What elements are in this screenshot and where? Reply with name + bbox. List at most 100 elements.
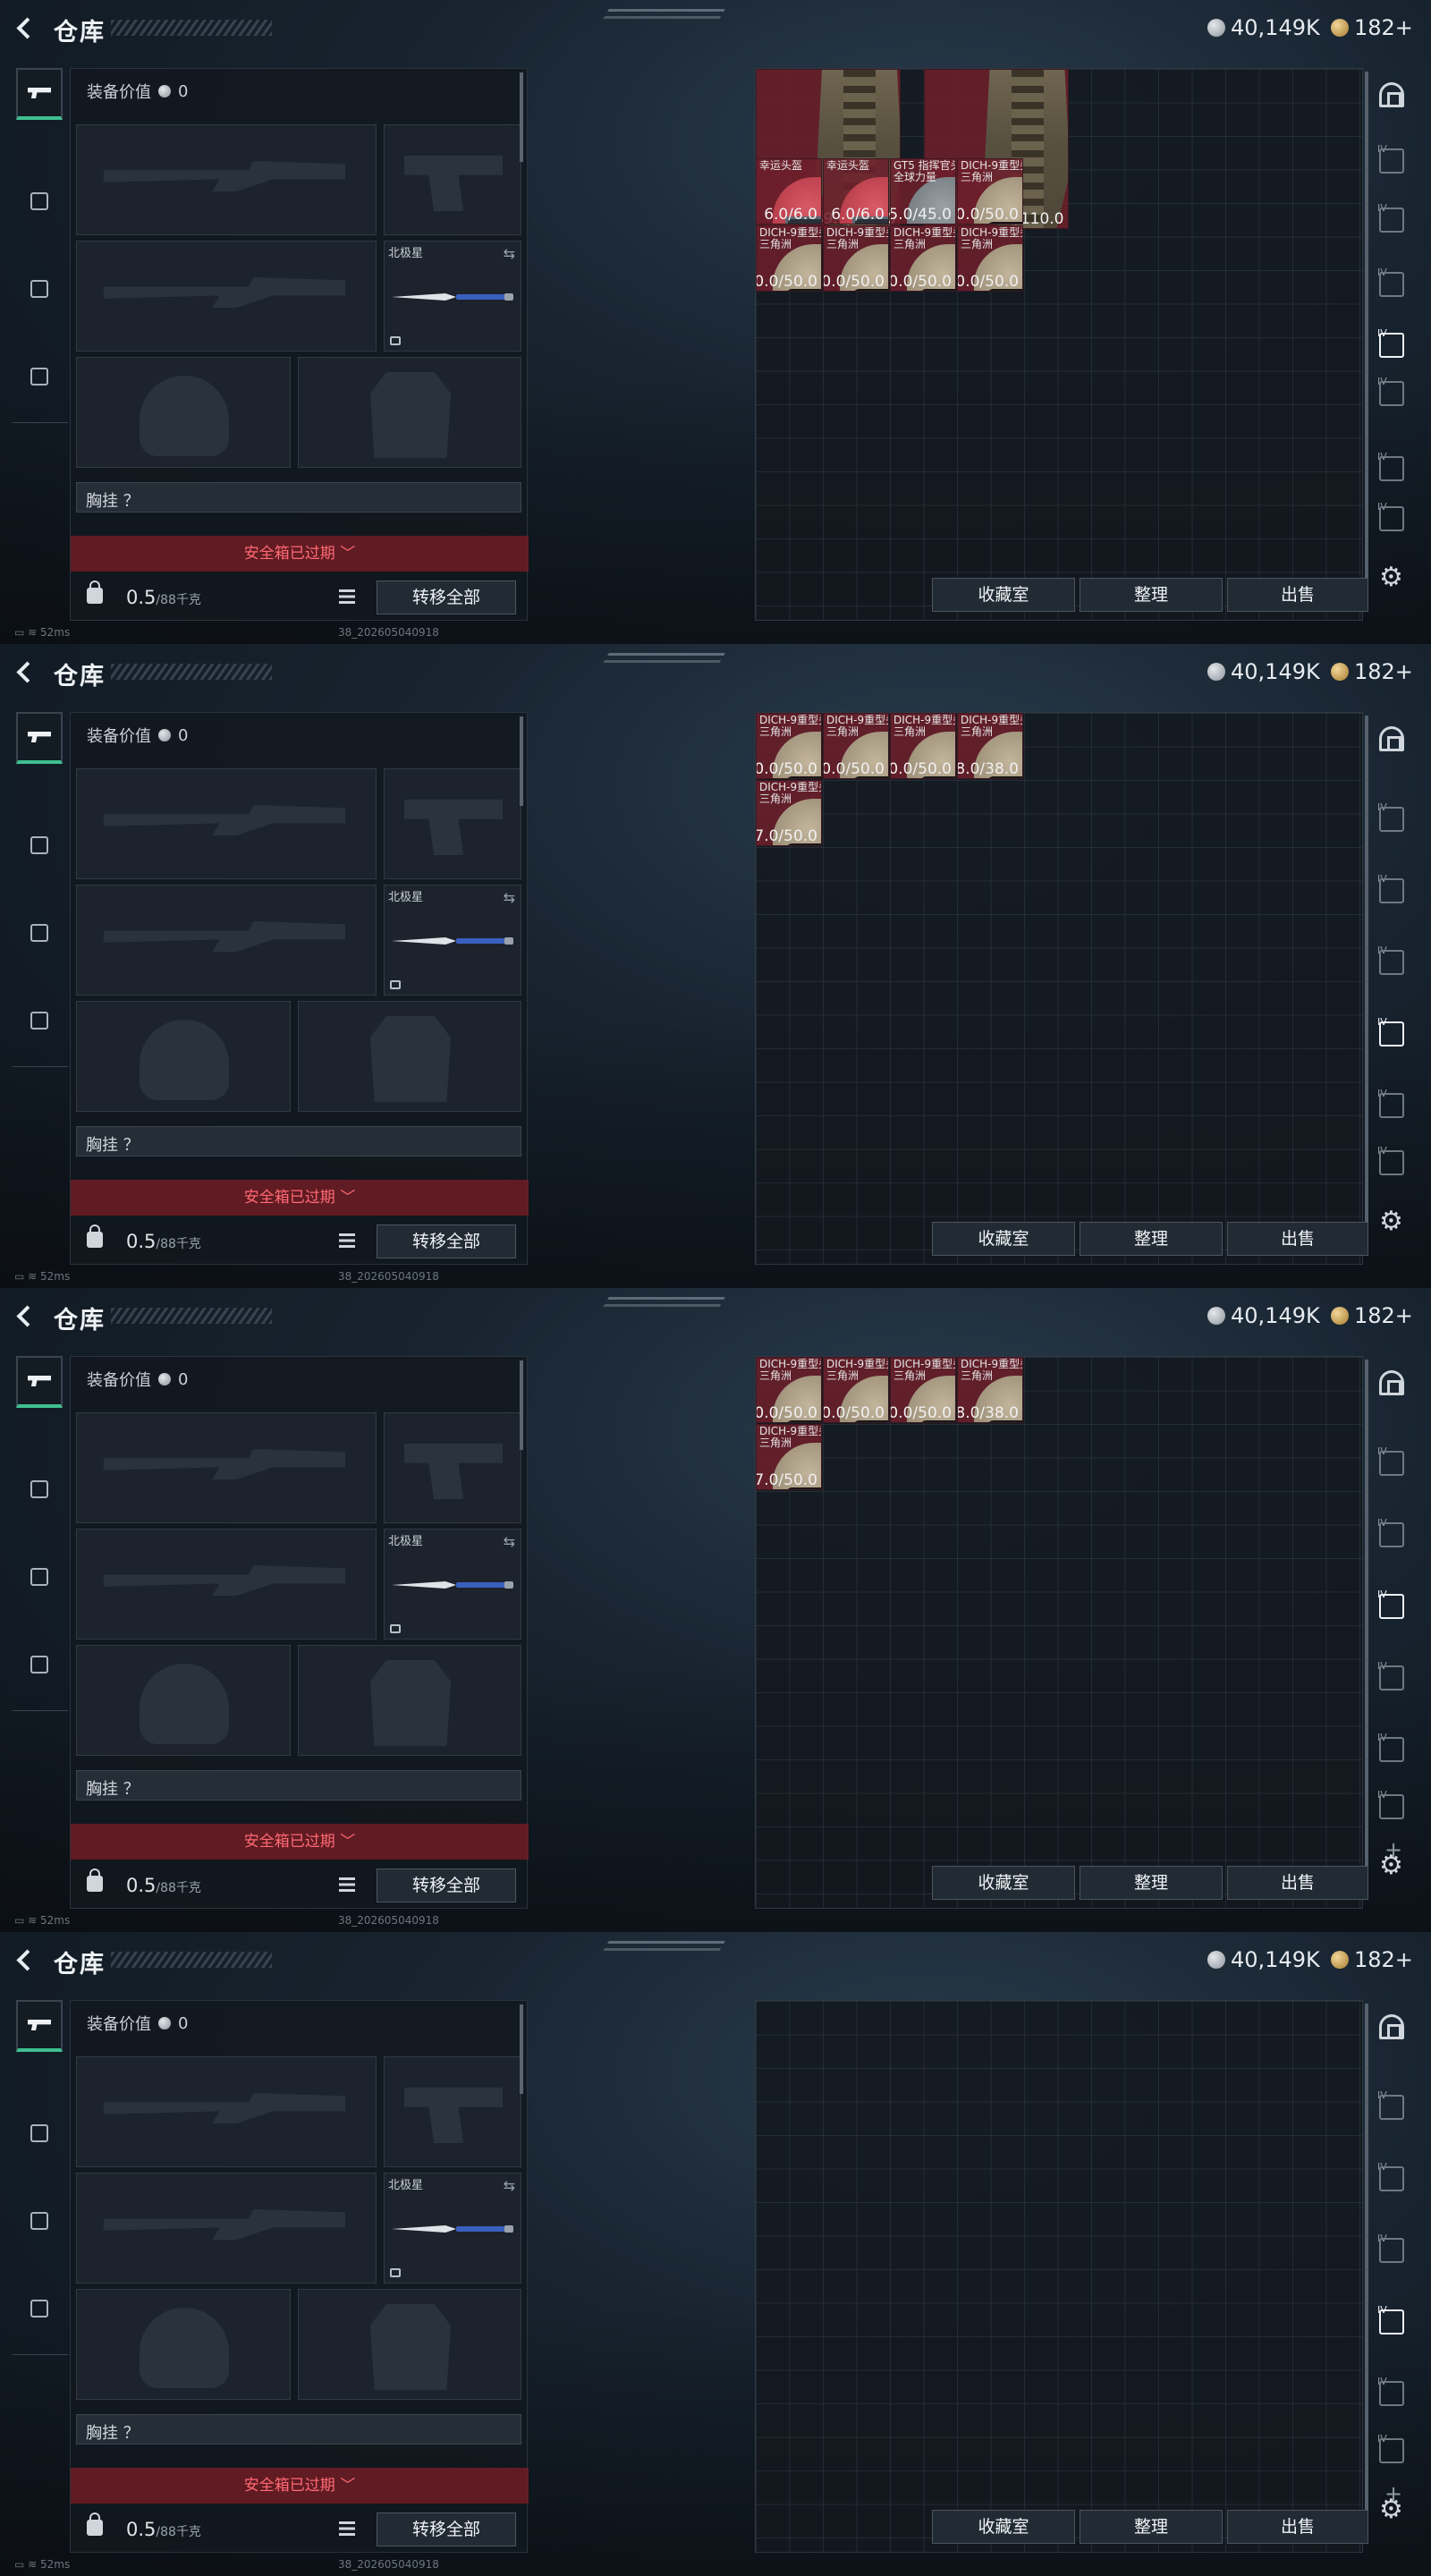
tab-weapons[interactable]	[16, 712, 63, 764]
helmet-item[interactable]: DICH-9重型头盔 三角洲 50.0/50.0	[890, 225, 956, 292]
storage-tab-1[interactable]: IV	[1372, 2089, 1411, 2125]
storage-home-tab[interactable]	[1372, 79, 1411, 114]
primary-weapon-slot[interactable]	[76, 2056, 377, 2167]
helmet-item[interactable]: GT5 指挥官头盔 全球力量 45.0/45.0	[890, 157, 956, 225]
tab-backpack[interactable]	[16, 1639, 63, 1690]
storage-grid[interactable]: DICH-9重型头盔 三角洲50.0/50.0DICH-9重型头盔 三角洲50.…	[755, 712, 1363, 1265]
tab-backpack[interactable]	[16, 995, 63, 1046]
pistol-slot[interactable]	[384, 1412, 521, 1523]
secondary-weapon-slot[interactable]	[76, 2173, 377, 2284]
safe-box-expired-banner[interactable]: 安全箱已过期 ﹀	[71, 1824, 529, 1860]
storage-tab-4[interactable]: IV	[1372, 2304, 1411, 2340]
loadout-scrollbar[interactable]	[520, 2004, 523, 2094]
transfer-all-button[interactable]: 转移全部	[377, 580, 516, 614]
add-tab-icon[interactable]: +	[1384, 2481, 1402, 2506]
tab-armor[interactable]	[16, 1551, 63, 1603]
tab-weapons[interactable]	[16, 2000, 63, 2052]
sell-button[interactable]: 出售	[1227, 2510, 1368, 2544]
storage-grid[interactable]: DICH-9重型头盔 三角洲50.0/50.0DICH-9重型头盔 三角洲50.…	[755, 1356, 1363, 1909]
back-arrow-icon[interactable]	[14, 16, 34, 39]
storage-tab-6[interactable]: IV	[1372, 1145, 1411, 1181]
armor-slot[interactable]	[298, 2289, 521, 2400]
secondary-weapon-slot[interactable]	[76, 1529, 377, 1640]
armor-slot[interactable]	[298, 1645, 521, 1756]
safe-box-expired-banner[interactable]: 安全箱已过期 ﹀	[71, 2468, 529, 2504]
list-icon[interactable]	[339, 2521, 355, 2536]
safe-box-expired-banner[interactable]: 安全箱已过期 ﹀	[71, 1180, 529, 1216]
helmet-slot[interactable]	[76, 1001, 291, 1112]
settings-gear-icon[interactable]: ⚙	[1379, 1206, 1403, 1237]
silver-currency[interactable]: 40,149K	[1207, 1303, 1320, 1328]
helmet-item[interactable]: DICH-9重型头盔 三角洲 50.0/50.0	[890, 713, 956, 779]
storage-tab-2[interactable]: IV	[1372, 1517, 1411, 1553]
storage-tab-2[interactable]: IV	[1372, 2161, 1411, 2197]
helmet-item[interactable]: DICH-9重型头盔 三角洲 37.0/50.0	[756, 1424, 822, 1490]
storage-home-tab[interactable]	[1372, 2011, 1411, 2046]
gold-currency[interactable]: 182+	[1331, 659, 1413, 684]
silver-currency[interactable]: 40,149K	[1207, 1947, 1320, 1972]
primary-weapon-slot[interactable]	[76, 768, 377, 879]
collection-room-button[interactable]: 收藏室	[932, 1222, 1075, 1256]
storage-tab-2[interactable]: IV	[1372, 873, 1411, 909]
helmet-item[interactable]: 幸运头盔 6.0/6.0	[756, 157, 822, 225]
gold-currency[interactable]: 182+	[1331, 1303, 1413, 1328]
chest-rig-slot[interactable]: 胸挂 ？	[76, 482, 521, 513]
chest-rig-slot[interactable]: 胸挂 ？	[76, 2414, 521, 2445]
helmet-item[interactable]: DICH-9重型头盔 三角洲 50.0/50.0	[823, 225, 889, 292]
storage-tab-1[interactable]: IV	[1372, 143, 1411, 179]
primary-weapon-slot[interactable]	[76, 1412, 377, 1523]
tab-helmet[interactable]	[16, 2107, 63, 2159]
melee-slot[interactable]: 北极星 ⇆	[384, 1529, 521, 1640]
storage-grid[interactable]	[755, 2000, 1363, 2553]
back-arrow-icon[interactable]	[14, 660, 34, 683]
storage-tab-6[interactable]: IV	[1372, 1789, 1411, 1825]
tab-helmet[interactable]	[16, 1463, 63, 1515]
storage-scrollbar[interactable]	[1365, 1360, 1368, 1896]
loadout-scrollbar[interactable]	[520, 1360, 523, 1450]
secondary-weapon-slot[interactable]	[76, 241, 377, 352]
pistol-slot[interactable]	[384, 124, 521, 235]
tab-armor[interactable]	[16, 263, 63, 315]
sort-button[interactable]: 整理	[1080, 1866, 1223, 1900]
storage-tab-1[interactable]: IV	[1372, 1445, 1411, 1481]
melee-slot[interactable]: 北极星 ⇆	[384, 2173, 521, 2284]
storage-tab-6[interactable]: IV	[1372, 2433, 1411, 2469]
helmet-item[interactable]: 幸运头盔 6.0/6.0	[823, 157, 889, 225]
helmet-item[interactable]: DICH-9重型头盔 三角洲 38.0/38.0	[957, 1357, 1023, 1423]
tab-armor[interactable]	[16, 2195, 63, 2247]
armor-slot[interactable]	[298, 357, 521, 468]
storage-tab-4[interactable]: IV	[1372, 1016, 1411, 1052]
sort-button[interactable]: 整理	[1080, 578, 1223, 612]
melee-slot[interactable]: 北极星 ⇆	[384, 241, 521, 352]
swap-icon[interactable]: ⇆	[504, 2177, 515, 2194]
sort-button[interactable]: 整理	[1080, 1222, 1223, 1256]
helmet-slot[interactable]	[76, 1645, 291, 1756]
tab-weapons[interactable]	[16, 68, 63, 120]
collection-room-button[interactable]: 收藏室	[932, 1866, 1075, 1900]
storage-tab-3[interactable]: IV	[1372, 945, 1411, 980]
tab-helmet[interactable]	[16, 819, 63, 871]
storage-home-tab[interactable]	[1372, 1367, 1411, 1402]
storage-tab-5[interactable]: IV	[1372, 376, 1411, 411]
silver-currency[interactable]: 40,149K	[1207, 659, 1320, 684]
helmet-item[interactable]: DICH-9重型头盔 三角洲 50.0/50.0	[756, 1357, 822, 1423]
sort-button[interactable]: 整理	[1080, 2510, 1223, 2544]
storage-tab-2[interactable]: IV	[1372, 202, 1411, 238]
storage-tab-1[interactable]: IV	[1372, 801, 1411, 837]
storage-scrollbar[interactable]	[1365, 2004, 1368, 2540]
helmet-slot[interactable]	[76, 2289, 291, 2400]
armor-slot[interactable]	[298, 1001, 521, 1112]
safe-box-expired-banner[interactable]: 安全箱已过期 ﹀	[71, 536, 529, 572]
sell-button[interactable]: 出售	[1227, 578, 1368, 612]
sell-button[interactable]: 出售	[1227, 1866, 1368, 1900]
loadout-scrollbar[interactable]	[520, 716, 523, 806]
storage-tab-4[interactable]: IV	[1372, 327, 1411, 363]
helmet-item[interactable]: DICH-9重型头盔 三角洲 38.0/38.0	[957, 713, 1023, 779]
list-icon[interactable]	[339, 589, 355, 604]
helmet-item[interactable]: DICH-9重型头盔 三角洲 50.0/50.0	[823, 713, 889, 779]
storage-tab-3[interactable]: IV	[1372, 267, 1411, 302]
pistol-slot[interactable]	[384, 2056, 521, 2167]
helmet-item[interactable]: DICH-9重型头盔 三角洲 50.0/50.0	[756, 713, 822, 779]
tab-helmet[interactable]	[16, 175, 63, 227]
tab-weapons[interactable]	[16, 1356, 63, 1408]
